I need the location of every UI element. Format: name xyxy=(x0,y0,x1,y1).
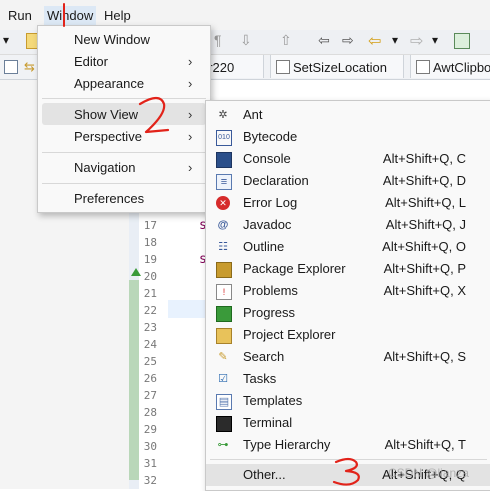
annotation-mark-3 xyxy=(332,457,360,486)
annotation-overlay xyxy=(63,3,360,486)
annotation-mark-2 xyxy=(138,96,170,134)
